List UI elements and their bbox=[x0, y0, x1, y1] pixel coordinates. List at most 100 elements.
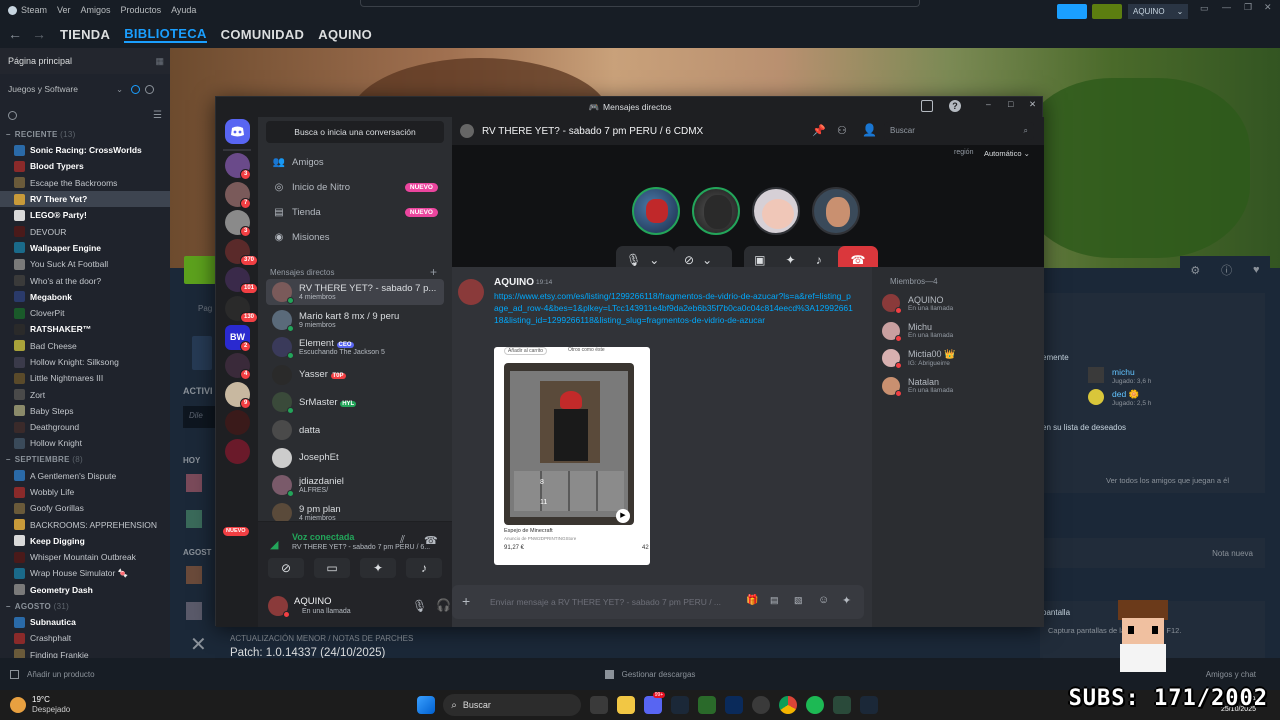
game-item[interactable]: RV There Yet? bbox=[0, 190, 170, 208]
menu-productos[interactable]: Productos bbox=[121, 5, 162, 15]
menu-ver[interactable]: Ver bbox=[57, 5, 71, 15]
chrome-taskbar-icon[interactable] bbox=[778, 696, 797, 714]
game-item[interactable]: CloverPit bbox=[0, 305, 170, 321]
play-filter-icon[interactable] bbox=[145, 84, 155, 94]
apps-icon[interactable]: ✦ bbox=[842, 594, 851, 607]
members-icon[interactable]: 👤 bbox=[862, 123, 877, 137]
game-item[interactable]: Escape the Backrooms bbox=[0, 175, 170, 191]
friends-chat-link[interactable]: Amigos y chat bbox=[1206, 670, 1256, 679]
soundboard-icon[interactable]: ♪ bbox=[816, 253, 822, 267]
taskbar-search[interactable]: ⌕ Buscar bbox=[443, 694, 582, 716]
weather-widget[interactable]: 19°C Despejado bbox=[32, 695, 70, 715]
minimize-icon[interactable]: — bbox=[1222, 2, 1231, 12]
activities-icon[interactable]: ✦ bbox=[360, 558, 396, 578]
member-item[interactable]: Mictia00 👑 IG: Abrigueirre bbox=[882, 346, 955, 370]
tab-biblioteca[interactable]: BIBLIOTECA bbox=[124, 26, 207, 43]
filter-icon[interactable]: ☰ bbox=[153, 110, 162, 121]
message-link[interactable]: https://www.etsy.com/es/listing/12992661… bbox=[494, 291, 854, 326]
discord-home-icon[interactable] bbox=[225, 119, 250, 144]
game-item[interactable]: Bad Cheese bbox=[0, 338, 170, 354]
info-icon[interactable]: ⓘ bbox=[1221, 262, 1232, 278]
tab-tienda[interactable]: TIENDA bbox=[60, 27, 110, 42]
nav-nitro[interactable]: ◎ Inicio de Nitro NUEVO bbox=[266, 176, 444, 198]
camera-off-icon[interactable]: ⊘ bbox=[268, 558, 304, 578]
game-item[interactable]: Blood Typers bbox=[0, 158, 170, 174]
member-item[interactable]: AQUINO En una llamada bbox=[882, 291, 953, 315]
steam-taskbar-icon[interactable] bbox=[670, 696, 689, 714]
steam-taskbar-icon[interactable] bbox=[859, 696, 878, 714]
game-item[interactable]: Finding Frankie bbox=[0, 647, 170, 658]
game-item[interactable]: You Suck At Football bbox=[0, 256, 170, 272]
server-icon[interactable] bbox=[225, 410, 250, 436]
server-icon[interactable] bbox=[225, 439, 250, 464]
pin-icon[interactable]: 📌 bbox=[812, 124, 826, 137]
avatar[interactable] bbox=[268, 596, 290, 618]
close-icon[interactable]: ✕ bbox=[1264, 2, 1272, 13]
game-item[interactable]: Sonic Racing: CrossWorlds bbox=[0, 142, 170, 158]
new-note-button[interactable]: Nota nueva bbox=[1212, 549, 1253, 558]
manage-downloads-link[interactable]: Gestionar descargas bbox=[622, 670, 696, 679]
gear-icon[interactable]: ⚙ bbox=[1190, 264, 1200, 277]
game-item[interactable]: Subnautica bbox=[0, 614, 170, 630]
game-item[interactable]: LEGO® Party! bbox=[0, 207, 170, 223]
member-item[interactable]: Natalan En una llamada bbox=[882, 374, 953, 398]
game-item[interactable]: Who's at the door? bbox=[0, 272, 170, 288]
game-item[interactable]: Baby Steps bbox=[0, 403, 170, 419]
disconnect-icon[interactable]: ☎ bbox=[424, 534, 438, 547]
inbox-icon[interactable] bbox=[921, 100, 933, 112]
member-item[interactable]: Michu En una llamada bbox=[882, 319, 953, 343]
friend-name[interactable]: ded 🌼 bbox=[1112, 389, 1139, 400]
gift-icon[interactable]: 🎁 bbox=[746, 595, 758, 606]
nav-friends[interactable]: 👥 Amigos bbox=[266, 151, 444, 173]
maximize-icon[interactable]: ❐ bbox=[1244, 2, 1252, 13]
home-link[interactable]: Página principal ▦ bbox=[0, 48, 170, 74]
help-icon[interactable]: ? bbox=[949, 100, 961, 112]
tab-user[interactable]: AQUINO bbox=[318, 27, 372, 42]
play-icon[interactable]: ▶ bbox=[616, 509, 630, 523]
friend-name[interactable]: michu bbox=[1112, 367, 1135, 377]
message-composer[interactable]: + Enviar mensaje a RV THERE YET? - sabad… bbox=[452, 585, 864, 619]
tab-comunidad[interactable]: COMUNIDAD bbox=[221, 27, 305, 42]
minimize-icon[interactable]: – bbox=[986, 99, 991, 109]
game-item[interactable]: Wrap House Simulator 🍬 bbox=[0, 565, 170, 581]
account-button[interactable]: AQUINO ⌄ bbox=[1128, 4, 1188, 19]
app-taskbar-icon[interactable] bbox=[751, 696, 770, 714]
dm-item[interactable]: jdiazdaniel ALFRES/ bbox=[266, 472, 444, 498]
game-item[interactable]: Little Nightmares III bbox=[0, 370, 170, 386]
game-item[interactable]: A Gentlemen's Dispute bbox=[0, 468, 170, 484]
search-conversation-input[interactable]: Busca o inicia una conversación bbox=[266, 121, 444, 143]
section-august[interactable]: – AGOSTO (31) bbox=[0, 598, 170, 614]
attach-plus-icon[interactable]: + bbox=[462, 593, 470, 609]
screen-share-icon[interactable]: ▣ bbox=[754, 253, 765, 267]
forward-arrow-icon[interactable]: → bbox=[32, 26, 46, 42]
spotify-taskbar-icon[interactable] bbox=[805, 696, 824, 714]
game-item[interactable]: DEVOUR bbox=[0, 223, 170, 239]
participant-cena[interactable] bbox=[812, 187, 860, 235]
gif-icon[interactable]: ▤ bbox=[770, 595, 779, 606]
patch-title[interactable]: Patch: 1.0.14337 (24/10/2025) bbox=[230, 647, 385, 658]
section-recent[interactable]: – RECIENTE (13) bbox=[0, 126, 170, 142]
activities-icon[interactable]: ✦ bbox=[786, 253, 796, 267]
discord-taskbar-icon[interactable]: 99+ bbox=[643, 692, 666, 714]
notifications-button[interactable] bbox=[1092, 4, 1122, 19]
windows-start-icon[interactable] bbox=[416, 696, 435, 714]
menu-steam[interactable]: Steam bbox=[21, 5, 47, 15]
dm-item[interactable]: datta bbox=[266, 417, 444, 443]
menu-ayuda[interactable]: Ayuda bbox=[171, 5, 196, 15]
voice-status[interactable]: Voz conectada bbox=[292, 532, 354, 542]
add-dm-icon[interactable]: + bbox=[430, 265, 437, 279]
participant-mask[interactable] bbox=[692, 187, 740, 235]
weather-icon[interactable] bbox=[10, 697, 26, 713]
search-input[interactable]: Buscar ⌕ bbox=[884, 122, 1034, 140]
clock-icon[interactable] bbox=[131, 84, 141, 94]
game-item[interactable]: Megabonk bbox=[0, 289, 170, 305]
nav-quests[interactable]: ◉ Misiones bbox=[266, 226, 444, 248]
add-product-link[interactable]: Añadir un producto bbox=[27, 670, 95, 679]
dm-item[interactable]: Mario kart 8 mx / 9 peru 9 miembros bbox=[266, 307, 444, 333]
grid-view-icon[interactable]: ▦ bbox=[155, 56, 164, 67]
participant-girl[interactable] bbox=[752, 187, 800, 235]
dm-item[interactable]: RV THERE YET? - sabado 7 p... 4 miembros bbox=[266, 279, 444, 305]
game-item[interactable]: Wobbly Life bbox=[0, 484, 170, 500]
maximize-icon[interactable]: □ bbox=[1008, 99, 1013, 109]
add-icon[interactable] bbox=[10, 669, 19, 679]
